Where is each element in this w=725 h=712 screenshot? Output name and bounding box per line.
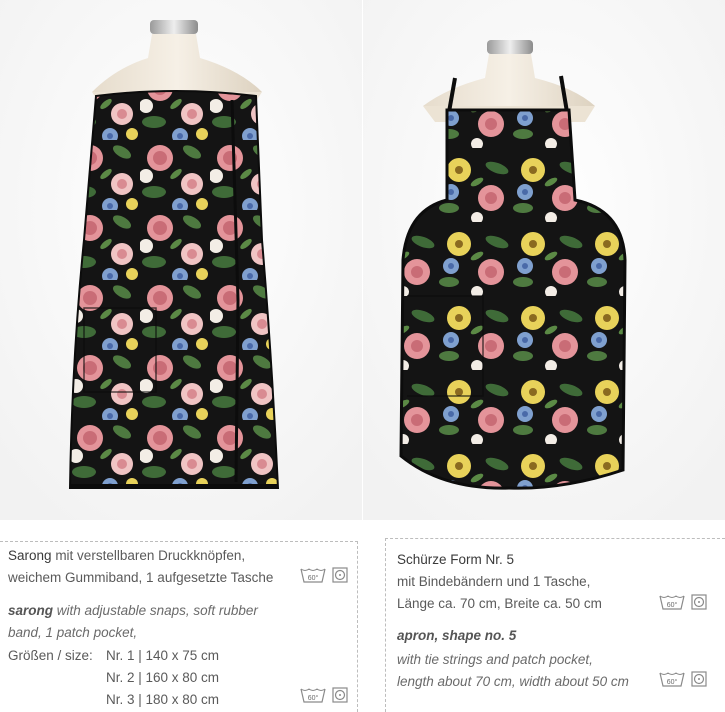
svg-text:60°: 60° bbox=[667, 601, 678, 609]
sarong-title-en: sarong bbox=[8, 603, 54, 618]
tumble-dryer-icon bbox=[332, 567, 348, 583]
apron-care-icons-2: 60° bbox=[659, 670, 707, 688]
sarong-desc-line-1: Sarong mit verstellbaren Druckknöpfen, bbox=[8, 548, 245, 564]
sarong-size-label: Größen / size: bbox=[8, 648, 93, 663]
sarong-desc-de-2: weichem Gummiband, 1 aufgesetzte Tasche bbox=[8, 570, 274, 585]
sarong-care-icons-1: 60° bbox=[300, 566, 348, 584]
apron-care-icons-1: 60° bbox=[659, 593, 707, 611]
sarong-desc-en-1: with adjustable snaps, soft rubber bbox=[56, 603, 258, 618]
svg-text:60°: 60° bbox=[308, 694, 319, 702]
sarong-desc-en-2: band, 1 patch pocket, bbox=[8, 625, 138, 640]
sarong-size-1: Nr. 1 | 140 x 75 cm bbox=[106, 648, 220, 663]
apron-title-en-line: apron, shape no. 5 bbox=[397, 628, 516, 644]
wash-60-icon: 60° bbox=[659, 595, 685, 610]
apron-photo bbox=[363, 0, 725, 520]
sarong-care-icons-2: 60° bbox=[300, 686, 348, 704]
sarong-size-3: Nr. 3 | 180 x 80 cm bbox=[106, 692, 220, 707]
wash-60-icon: 60° bbox=[300, 568, 326, 583]
apron-desc-de-2: Länge ca. 70 cm, Breite ca. 50 cm bbox=[397, 596, 602, 611]
svg-text:60°: 60° bbox=[667, 678, 678, 686]
apron-title: Schürze Form Nr. 5 bbox=[397, 552, 514, 568]
sarong-illustration bbox=[0, 0, 362, 520]
apron-illustration bbox=[363, 0, 725, 520]
sarong-desc-de-1: mit verstellbaren Druckknöpfen, bbox=[55, 548, 246, 563]
sarong-desc-en-1-line: sarong with adjustable snaps, soft rubbe… bbox=[8, 603, 258, 619]
apron-desc-de-1: mit Bindebändern und 1 Tasche, bbox=[397, 574, 591, 589]
tumble-dryer-icon bbox=[332, 687, 348, 703]
wash-60-icon: 60° bbox=[659, 672, 685, 687]
sarong-size-2: Nr. 2 | 160 x 80 cm bbox=[106, 670, 220, 685]
svg-text:60°: 60° bbox=[308, 574, 319, 582]
apron-title-en: apron, shape no. 5 bbox=[397, 628, 517, 643]
apron-title-text: Schürze Form Nr. 5 bbox=[397, 552, 515, 567]
apron-desc-en-2: length about 70 cm, width about 50 cm bbox=[397, 674, 629, 689]
wash-60-icon: 60° bbox=[300, 688, 326, 703]
sarong-title: Sarong bbox=[8, 548, 52, 563]
tumble-dryer-icon bbox=[691, 594, 707, 610]
tumble-dryer-icon bbox=[691, 671, 707, 687]
apron-desc-en-1: with tie strings and patch pocket, bbox=[397, 652, 593, 667]
sarong-photo bbox=[0, 0, 362, 520]
